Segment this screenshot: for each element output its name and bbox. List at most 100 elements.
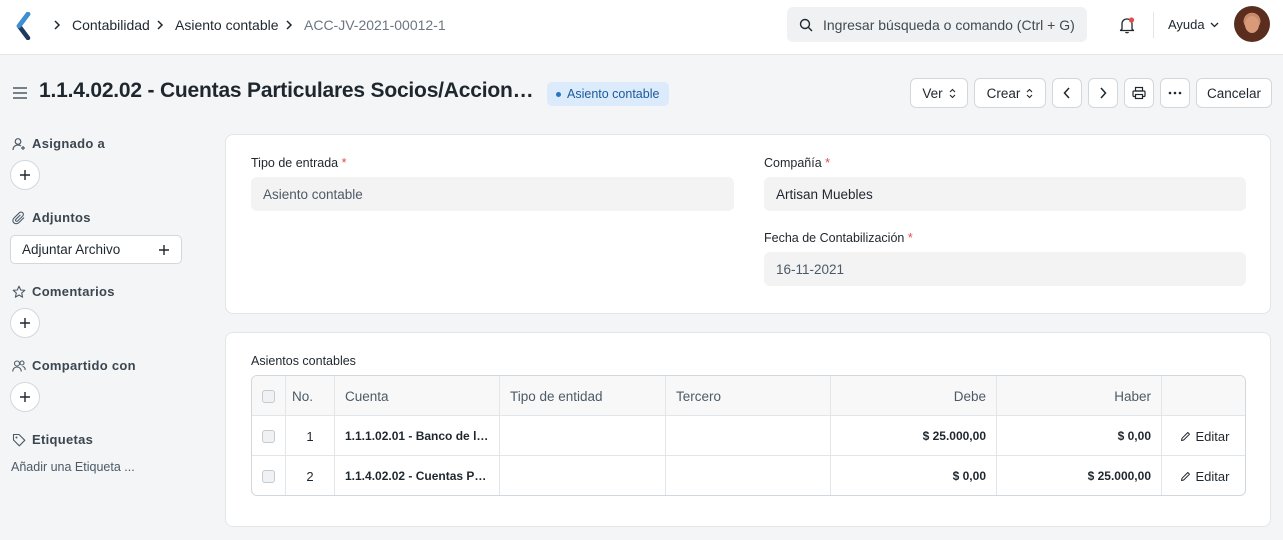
chevron-right-icon <box>54 19 61 30</box>
add-assignee-button[interactable] <box>10 160 40 190</box>
row-no: 1 <box>286 416 335 456</box>
tag-icon <box>12 433 26 446</box>
comments-heading: Comentarios <box>12 284 115 299</box>
row-select-cell[interactable] <box>252 416 286 456</box>
view-button[interactable]: Ver <box>910 78 968 108</box>
plus-icon <box>20 170 30 180</box>
row-edit-button[interactable]: Editar <box>1162 456 1245 495</box>
row-checkbox[interactable] <box>262 469 275 483</box>
posting-date-label-text: Fecha de Contabilización <box>764 231 905 245</box>
entry-type-field[interactable]: Asiento contable <box>251 177 734 211</box>
plus-icon <box>20 392 30 402</box>
table-header-row: No. Cuenta Tipo de entidad Tercero Debe … <box>252 376 1245 416</box>
col-party: Tercero <box>666 376 831 416</box>
table-row[interactable]: 1 1.1.1.02.01 - Banco de la Nación $ 25.… <box>252 416 1245 456</box>
details-card <box>225 134 1271 314</box>
row-party[interactable] <box>666 456 831 495</box>
user-add-icon <box>12 137 25 150</box>
breadcrumb-journal-entry[interactable]: Asiento contable <box>175 17 279 33</box>
row-party[interactable] <box>666 416 831 456</box>
pencil-icon <box>1180 431 1190 441</box>
navbar: Contabilidad Asiento contable ACC-JV-202… <box>0 0 1283 55</box>
row-checkbox[interactable] <box>262 429 275 443</box>
row-account-cell[interactable]: 1.1.1.02.01 - Banco de la Nación <box>335 416 500 456</box>
accounts-section-label: Asientos contables <box>251 354 356 368</box>
breadcrumb-accounting[interactable]: Contabilidad <box>72 17 150 33</box>
user-avatar[interactable] <box>1234 6 1270 42</box>
row-party-type[interactable] <box>500 416 666 456</box>
table-row[interactable]: 2 1.1.4.02.02 - Cuentas Particulares Soc… <box>252 456 1245 495</box>
row-account: 1.1.1.02.01 - Banco de la Nación <box>345 429 489 443</box>
add-tag-link[interactable]: Añadir una Etiqueta ... <box>11 460 135 474</box>
entry-type-label: Tipo de entrada * <box>251 156 347 170</box>
chevron-right-icon <box>286 19 293 30</box>
shared-with-heading: Compartido con <box>12 358 136 373</box>
row-edit-label: Editar <box>1195 468 1230 484</box>
shared-with-label: Compartido con <box>32 358 136 373</box>
updown-icon <box>949 88 956 98</box>
pencil-icon <box>1180 471 1190 481</box>
chevron-right-icon <box>1100 87 1107 99</box>
row-credit[interactable]: $ 25.000,00 <box>997 456 1162 495</box>
add-comment-button[interactable] <box>10 308 40 338</box>
search-bar[interactable] <box>787 7 1087 42</box>
company-label-text: Compañía <box>764 156 822 170</box>
tags-label: Etiquetas <box>32 432 94 447</box>
plus-icon <box>20 318 30 328</box>
plus-icon <box>159 244 169 255</box>
row-account-cell[interactable]: 1.1.4.02.02 - Cuentas Particulares Socio… <box>335 456 500 495</box>
col-debit: Debe <box>831 376 997 416</box>
company-label: Compañía * <box>764 156 831 170</box>
breadcrumb: Asiento contable <box>155 0 279 49</box>
accounts-table: No. Cuenta Tipo de entidad Tercero Debe … <box>251 375 1246 496</box>
row-credit[interactable]: $ 0,00 <box>997 416 1162 456</box>
help-label: Ayuda <box>1168 17 1205 32</box>
comments-label: Comentarios <box>32 284 115 299</box>
row-debit[interactable]: $ 0,00 <box>831 456 997 495</box>
tags-heading: Etiquetas <box>12 432 93 447</box>
row-party-type[interactable] <box>500 456 666 495</box>
attachments-heading: Adjuntos <box>12 210 91 225</box>
attachments-label: Adjuntos <box>32 210 91 225</box>
breadcrumb: ACC-JV-2021-00012-1 <box>284 0 446 49</box>
navbar-divider <box>1153 12 1154 38</box>
cancel-button[interactable]: Cancelar <box>1196 78 1272 108</box>
col-actions <box>1162 376 1245 416</box>
posting-date-label: Fecha de Contabilización * <box>764 231 913 245</box>
cancel-button-label: Cancelar <box>1206 85 1262 101</box>
select-all-checkbox[interactable] <box>262 389 275 403</box>
posting-date-field[interactable]: 16-11-2021 <box>764 252 1246 286</box>
assigned-to-label: Asignado a <box>32 136 106 151</box>
col-no: No. <box>286 376 335 416</box>
search-input[interactable] <box>823 16 1083 33</box>
printer-icon <box>1132 86 1146 100</box>
col-credit: Haber <box>997 376 1162 416</box>
users-icon <box>12 359 26 372</box>
updown-icon <box>1026 88 1033 98</box>
col-account: Cuenta <box>335 376 500 416</box>
help-dropdown[interactable]: Ayuda <box>1168 17 1219 32</box>
previous-doc-button[interactable] <box>1052 78 1082 108</box>
breadcrumb-current-doc: ACC-JV-2021-00012-1 <box>304 16 446 33</box>
search-icon <box>799 18 813 31</box>
row-account: 1.1.4.02.02 - Cuentas Particulares Socio… <box>345 469 489 483</box>
select-all-cell[interactable] <box>252 376 286 416</box>
attach-file-button[interactable]: Adjuntar Archivo <box>10 235 182 264</box>
more-actions-button[interactable] <box>1160 78 1190 108</box>
row-debit[interactable]: $ 25.000,00 <box>831 416 997 456</box>
row-edit-button[interactable]: Editar <box>1162 416 1245 456</box>
paperclip-icon <box>12 211 25 224</box>
sidebar-toggle-icon[interactable] <box>12 86 28 100</box>
create-button[interactable]: Crear <box>974 78 1046 108</box>
assigned-to-heading: Asignado a <box>12 136 105 151</box>
company-field[interactable]: Artisan Muebles <box>764 177 1246 211</box>
row-no: 2 <box>286 456 335 495</box>
app-logo-icon[interactable] <box>14 12 36 40</box>
print-button[interactable] <box>1124 78 1154 108</box>
next-doc-button[interactable] <box>1088 78 1118 108</box>
row-select-cell[interactable] <box>252 456 286 495</box>
status-badge: Asiento contable <box>547 82 670 106</box>
page-title: 1.1.4.02.02 - Cuentas Particulares Socio… <box>39 79 539 102</box>
notification-bell-icon[interactable] <box>1117 15 1137 35</box>
add-share-button[interactable] <box>10 382 40 412</box>
